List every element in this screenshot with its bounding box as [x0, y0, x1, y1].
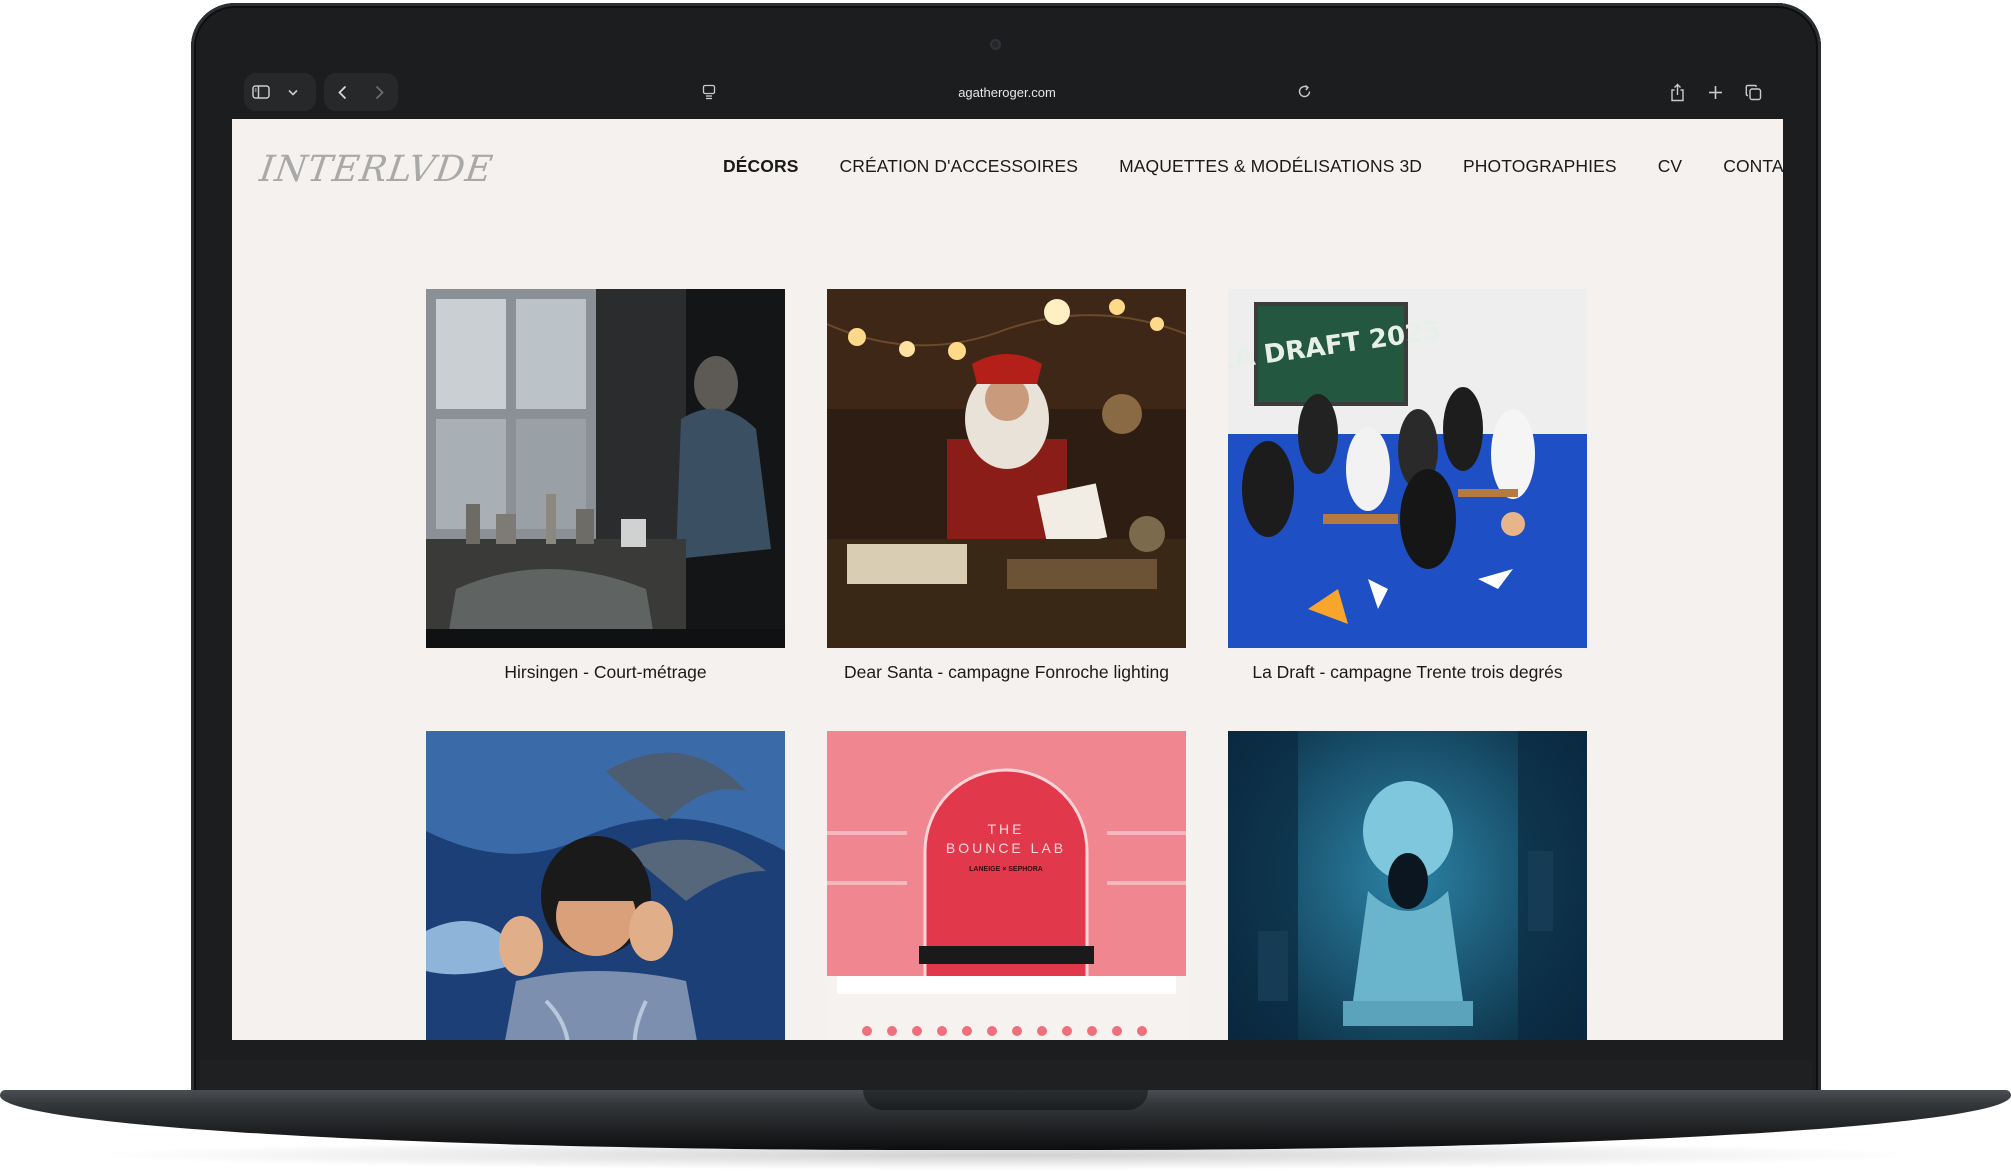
bounce-lab-sign-line1: THE — [988, 821, 1025, 837]
url-text: agatheroger.com — [958, 84, 1056, 100]
project-card[interactable] — [426, 731, 785, 1040]
chevron-down-icon[interactable] — [278, 73, 308, 111]
bounce-lab-sign-line3: LANEIGE × SEPHORA — [969, 866, 1043, 873]
project-image[interactable] — [426, 289, 785, 648]
project-card[interactable] — [1228, 731, 1587, 1040]
nav-item-creation-accessoires[interactable]: CRÉATION D'ACCESSOIRES — [839, 156, 1078, 177]
project-image[interactable] — [426, 731, 785, 1040]
camera — [990, 39, 1001, 50]
project-image[interactable]: LA DRAFT 2025 — [1228, 289, 1587, 648]
history-controls — [324, 73, 398, 111]
project-card[interactable]: LA DRAFT 2025 La Draft - campagne Trente… — [1228, 289, 1587, 683]
address-bar[interactable]: agatheroger.com — [692, 73, 1322, 111]
screen: agatheroger.com INTERLVDE DÉCORS CRÉATIO… — [232, 65, 1783, 1040]
project-image[interactable] — [827, 289, 1186, 648]
sidebar-icon[interactable] — [244, 73, 278, 111]
bounce-lab-sign-line2: BOUNCE LAB — [946, 840, 1066, 856]
project-caption[interactable]: Dear Santa - campagne Fonroche lighting — [827, 662, 1186, 683]
nav-item-decors[interactable]: DÉCORS — [723, 156, 798, 177]
back-arrow-icon[interactable] — [324, 73, 361, 111]
project-card[interactable]: Dear Santa - campagne Fonroche lighting — [827, 289, 1186, 683]
project-card[interactable]: Hirsingen - Court-métrage — [426, 289, 785, 683]
nav-item-photographies[interactable]: PHOTOGRAPHIES — [1463, 156, 1617, 177]
share-icon[interactable] — [1658, 73, 1696, 111]
new-tab-icon[interactable] — [1696, 73, 1734, 111]
forward-arrow-icon[interactable] — [361, 73, 398, 111]
nav-item-maquettes[interactable]: MAQUETTES & MODÉLISATIONS 3D — [1119, 156, 1422, 177]
reload-icon[interactable] — [1297, 84, 1312, 104]
site-logo[interactable]: INTERLVDE — [257, 149, 496, 190]
project-card[interactable]: THE BOUNCE LAB LANEIGE × SEPHORA — [827, 731, 1186, 1040]
web-page: INTERLVDE DÉCORS CRÉATION D'ACCESSOIRES … — [232, 119, 1783, 1040]
project-image[interactable]: THE BOUNCE LAB LANEIGE × SEPHORA — [827, 731, 1186, 1040]
project-image[interactable] — [1228, 731, 1587, 1040]
nav-item-contact[interactable]: CONTACT — [1723, 156, 1783, 177]
site-settings-icon[interactable] — [702, 84, 716, 105]
project-caption[interactable]: Hirsingen - Court-métrage — [426, 662, 785, 683]
browser-toolbar: agatheroger.com — [232, 65, 1783, 119]
laptop-notch — [863, 1090, 1148, 1110]
project-caption[interactable]: La Draft - campagne Trente trois degrés — [1228, 662, 1587, 683]
sidebar-control[interactable] — [244, 73, 316, 111]
toolbar-actions — [1658, 73, 1772, 111]
nav-item-cv[interactable]: CV — [1658, 156, 1683, 177]
main-nav: DÉCORS CRÉATION D'ACCESSOIRES MAQUETTES … — [723, 156, 1783, 177]
tab-overview-icon[interactable] — [1734, 73, 1772, 111]
